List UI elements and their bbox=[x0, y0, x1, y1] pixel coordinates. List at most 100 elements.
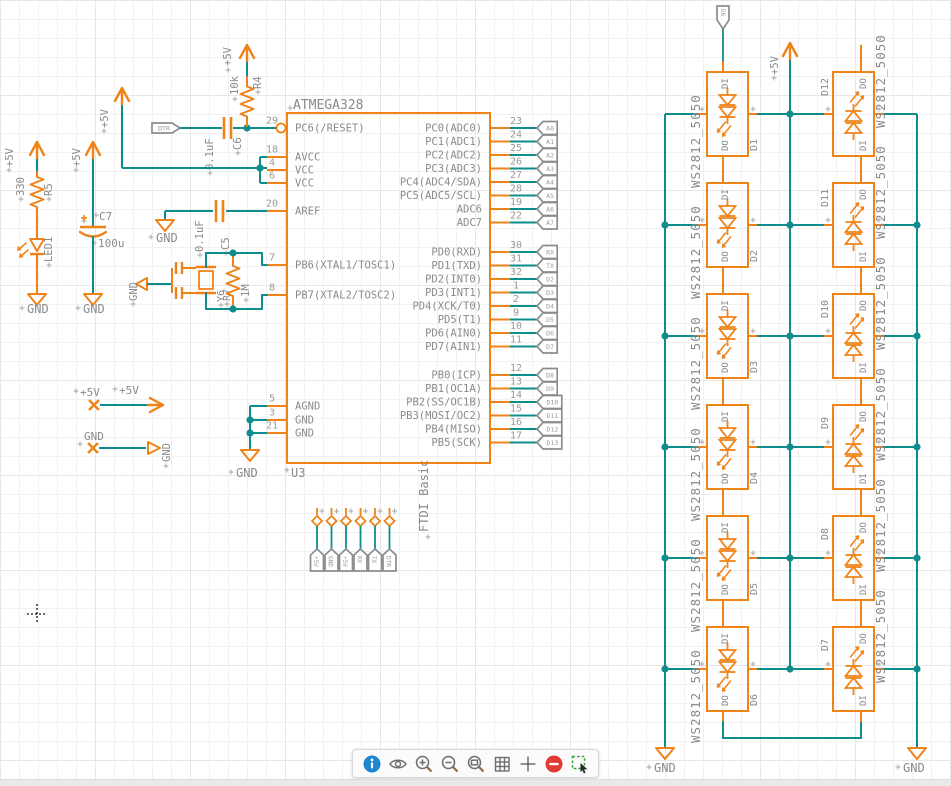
grid-icon[interactable] bbox=[491, 753, 512, 774]
svg-text:D2: D2 bbox=[749, 250, 760, 262]
svg-text:D6: D6 bbox=[749, 694, 760, 706]
svg-text:ATMEGA328: ATMEGA328 bbox=[293, 98, 363, 113]
svg-text:DO: DO bbox=[859, 411, 869, 422]
svg-text:WS2812_5050: WS2812_5050 bbox=[873, 34, 888, 128]
svg-text:PB5(SCK): PB5(SCK) bbox=[431, 437, 482, 449]
svg-text:D4: D4 bbox=[749, 472, 760, 484]
led-matrix[interactable]: +5VGNDGNDD6DIDOD1WS2812_5050DODID12WS281… bbox=[647, 6, 927, 775]
svg-text:13: 13 bbox=[510, 377, 522, 388]
svg-text:26: 26 bbox=[510, 157, 522, 168]
select-icon[interactable] bbox=[569, 753, 590, 774]
svg-text:D7: D7 bbox=[546, 343, 554, 351]
svg-text:A6: A6 bbox=[546, 205, 554, 213]
led-d12[interactable]: DODID12WS2812_5050 bbox=[820, 34, 888, 156]
svg-text:D12: D12 bbox=[820, 78, 831, 96]
svg-text:32: 32 bbox=[510, 267, 522, 278]
svg-text:A2: A2 bbox=[546, 151, 554, 159]
svg-text:D10: D10 bbox=[820, 300, 831, 318]
crosshair-icon[interactable] bbox=[517, 753, 538, 774]
vcc-wiring[interactable]: +5V bbox=[99, 88, 267, 183]
svg-text:DI: DI bbox=[859, 362, 869, 373]
svg-text:GND: GND bbox=[83, 302, 105, 316]
svg-text:ADC6: ADC6 bbox=[457, 204, 482, 216]
svg-text:DO: DO bbox=[859, 522, 869, 533]
svg-text:VCC: VCC bbox=[295, 178, 314, 190]
svg-text:GND: GND bbox=[236, 466, 258, 480]
svg-text:DO: DO bbox=[721, 473, 731, 484]
svg-text:+5V: +5V bbox=[769, 55, 781, 75]
svg-text:TX: TX bbox=[370, 556, 377, 564]
svg-text:DO: DO bbox=[721, 584, 731, 595]
crystal-circuit[interactable]: GNDY6R71M bbox=[128, 249, 267, 312]
svg-text:RX: RX bbox=[356, 556, 363, 564]
svg-text:DI: DI bbox=[721, 78, 731, 89]
svg-text:RX: RX bbox=[546, 248, 554, 256]
view-toolbar bbox=[352, 749, 599, 778]
svg-text:GND: GND bbox=[295, 415, 314, 427]
mcu-atmega328[interactable]: ATMEGA328U3FTDI Basic29PC6(/RESET)18AVCC… bbox=[266, 98, 562, 540]
info-icon[interactable] bbox=[361, 753, 382, 774]
power-port-stubs[interactable]: +5V+5VGNDGND bbox=[74, 384, 174, 469]
svg-text:30: 30 bbox=[510, 240, 522, 251]
svg-text:PC3(ADC3): PC3(ADC3) bbox=[425, 163, 482, 175]
svg-text:R4: R4 bbox=[252, 76, 264, 89]
reset-circuit[interactable]: +5V10kR40.1uFC6DTR bbox=[152, 45, 276, 176]
svg-text:WS2812_5050: WS2812_5050 bbox=[873, 589, 888, 683]
bulk-cap-circuit[interactable]: +5VC7100uGND bbox=[71, 142, 125, 316]
svg-text:PC4(ADC4/SDA): PC4(ADC4/SDA) bbox=[400, 177, 482, 189]
svg-text:8: 8 bbox=[269, 283, 275, 294]
svg-text:DI: DI bbox=[859, 473, 869, 484]
svg-text:GND: GND bbox=[128, 282, 140, 301]
led-d7[interactable]: DODID7WS2812_5050 bbox=[820, 589, 888, 711]
svg-text:PD7(AIN1): PD7(AIN1) bbox=[425, 341, 482, 353]
mcu-ground[interactable]: GND bbox=[229, 406, 268, 480]
ftdi-header[interactable]: +5VGND+5VRXTXDTR bbox=[311, 508, 398, 571]
zoom-window-icon[interactable] bbox=[465, 753, 486, 774]
svg-text:AREF: AREF bbox=[295, 206, 320, 218]
led-d10[interactable]: DODID10WS2812_5050 bbox=[820, 256, 888, 378]
svg-text:PD0(RXD): PD0(RXD) bbox=[431, 247, 482, 259]
svg-text:GND: GND bbox=[903, 761, 925, 775]
svg-text:WS2812_5050: WS2812_5050 bbox=[688, 538, 703, 632]
svg-text:A1: A1 bbox=[546, 138, 554, 146]
svg-text:DI: DI bbox=[859, 695, 869, 706]
svg-text:330: 330 bbox=[15, 177, 27, 196]
svg-text:DI: DI bbox=[721, 633, 731, 644]
zoom-in-icon[interactable] bbox=[413, 753, 434, 774]
svg-text:A0: A0 bbox=[546, 124, 554, 132]
zoom-out-icon[interactable] bbox=[439, 753, 460, 774]
svg-text:A5: A5 bbox=[546, 192, 554, 200]
led-d8[interactable]: DODID8WS2812_5050 bbox=[820, 478, 888, 600]
svg-text:D4: D4 bbox=[546, 302, 554, 310]
svg-text:16: 16 bbox=[510, 417, 522, 428]
svg-text:DTR: DTR bbox=[158, 125, 170, 133]
svg-text:A4: A4 bbox=[546, 178, 554, 186]
svg-text:PB0(ICP): PB0(ICP) bbox=[431, 370, 482, 382]
aref-circuit[interactable]: GND0.1uFC5 bbox=[149, 200, 268, 258]
svg-text:29: 29 bbox=[266, 116, 278, 127]
svg-text:28: 28 bbox=[510, 184, 522, 195]
svg-text:GND: GND bbox=[156, 231, 178, 245]
schematic-drawing: ATMEGA328U3FTDI Basic29PC6(/RESET)18AVCC… bbox=[0, 0, 951, 786]
canvas-cursor-crosshair bbox=[27, 604, 47, 624]
svg-text:PC2(ADC2): PC2(ADC2) bbox=[425, 150, 482, 162]
svg-text:1M: 1M bbox=[240, 284, 252, 297]
eye-icon[interactable] bbox=[387, 753, 408, 774]
svg-text:DI: DI bbox=[721, 522, 731, 533]
bottom-scroll-strip[interactable] bbox=[0, 779, 951, 786]
power-led-circuit[interactable]: +5V330R5LED1GND bbox=[4, 142, 55, 316]
svg-text:D7: D7 bbox=[820, 639, 831, 651]
svg-text:PC1(ADC1): PC1(ADC1) bbox=[425, 136, 482, 148]
easyeda-window: ATMEGA328U3FTDI Basic29PC6(/RESET)18AVCC… bbox=[0, 0, 951, 786]
remove-icon[interactable] bbox=[543, 753, 564, 774]
svg-text:1: 1 bbox=[513, 281, 519, 292]
svg-text:D10: D10 bbox=[547, 398, 559, 406]
svg-text:19: 19 bbox=[510, 197, 522, 208]
svg-text:TX: TX bbox=[546, 262, 554, 270]
svg-text:D6: D6 bbox=[546, 329, 554, 337]
led-d9[interactable]: DODID9WS2812_5050 bbox=[820, 367, 888, 489]
svg-text:R5: R5 bbox=[43, 183, 55, 196]
led-d11[interactable]: DODID11WS2812_5050 bbox=[820, 145, 888, 267]
svg-text:23: 23 bbox=[510, 116, 522, 127]
schematic-canvas[interactable]: ATMEGA328U3FTDI Basic29PC6(/RESET)18AVCC… bbox=[0, 0, 951, 786]
